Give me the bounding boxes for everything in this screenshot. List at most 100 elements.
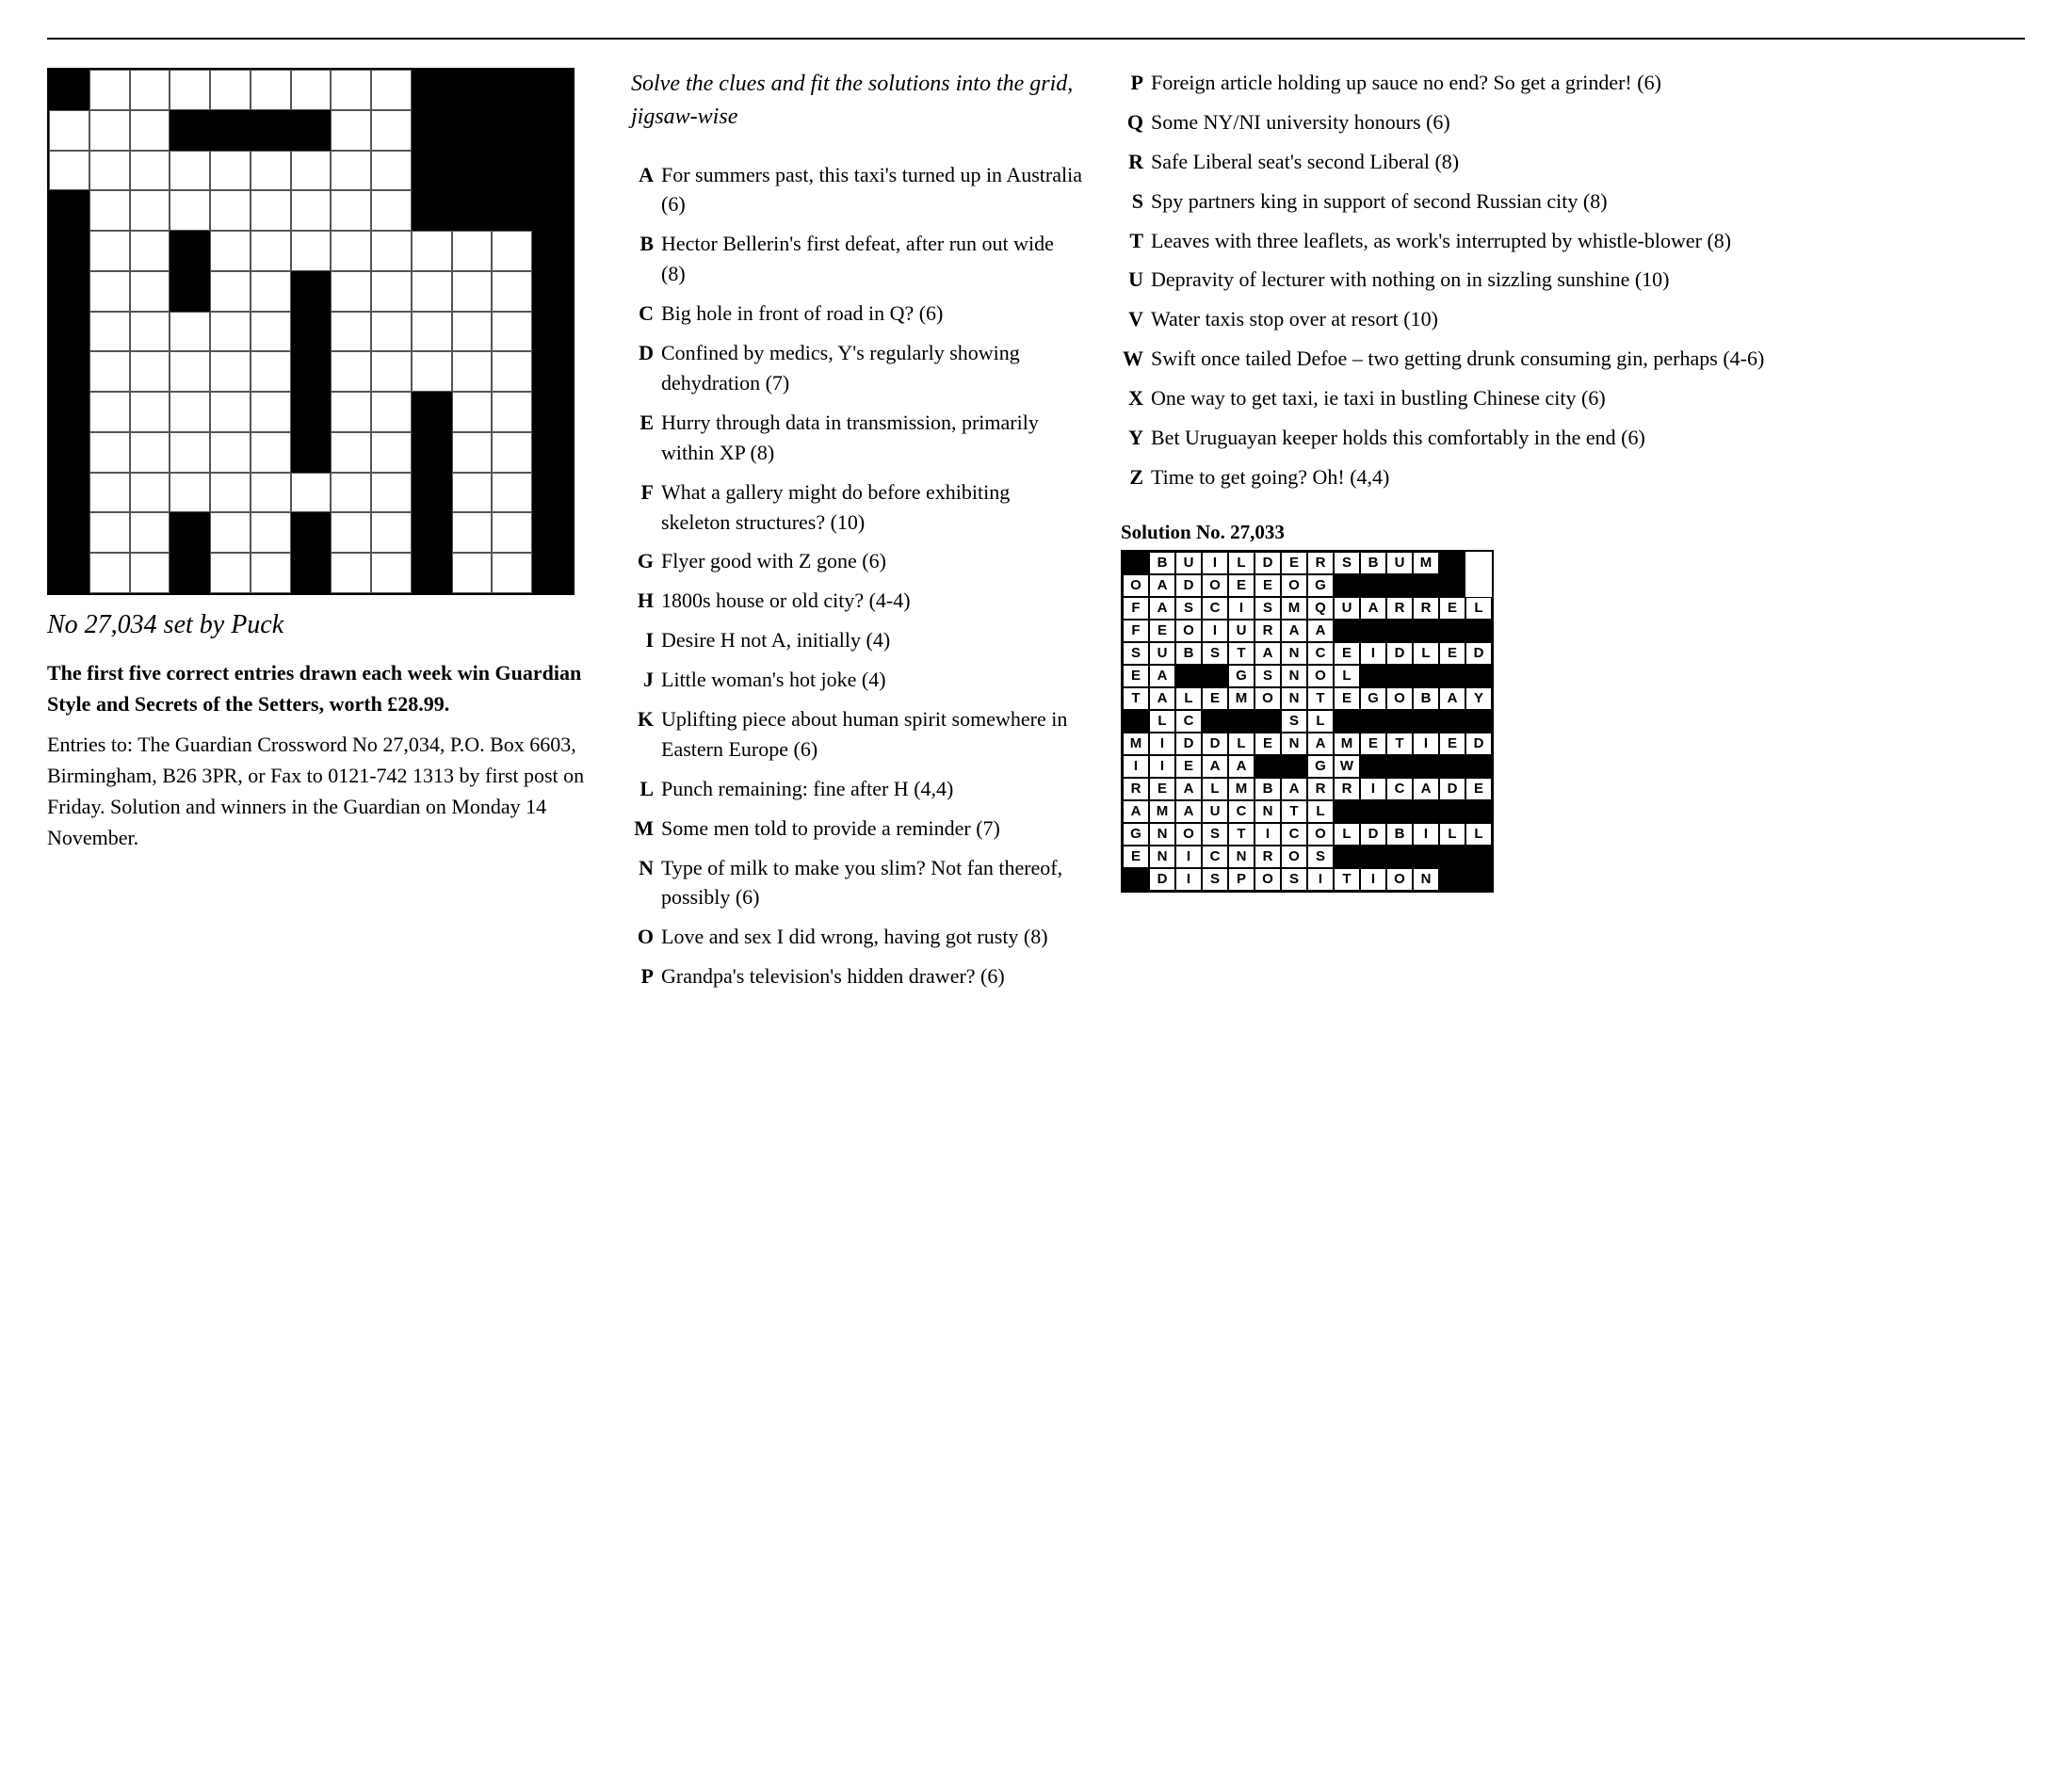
solution-cell: O bbox=[1307, 823, 1334, 846]
grid-cell bbox=[412, 512, 452, 553]
grid-cell bbox=[210, 512, 251, 553]
solution-cell bbox=[1413, 710, 1439, 733]
grid-cell bbox=[49, 351, 89, 392]
solution-cell: R bbox=[1123, 778, 1149, 800]
grid-cell bbox=[130, 512, 170, 553]
solution-cell: R bbox=[1413, 597, 1439, 620]
solution-cell: E bbox=[1149, 778, 1175, 800]
clue-letter: Q bbox=[1121, 107, 1143, 137]
clue-letter: H bbox=[631, 586, 654, 616]
solution-cell: O bbox=[1281, 574, 1307, 597]
solution-cell: C bbox=[1228, 800, 1255, 823]
clue-item: LPunch remaining: fine after H (4,4) bbox=[631, 774, 1083, 804]
solution-cell: S bbox=[1202, 868, 1228, 891]
prize-normal: Entries to: The Guardian Crossword No 27… bbox=[47, 729, 593, 853]
solution-cell: L bbox=[1413, 642, 1439, 665]
grid-cell bbox=[371, 110, 412, 151]
clue-letter: M bbox=[631, 814, 654, 844]
grid-cell bbox=[492, 190, 532, 231]
grid-cell bbox=[210, 351, 251, 392]
solution-cell: L bbox=[1202, 778, 1228, 800]
clue-text: Hurry through data in transmission, prim… bbox=[661, 408, 1083, 468]
clue-text: What a gallery might do before exhibitin… bbox=[661, 477, 1083, 538]
grid-cell bbox=[210, 392, 251, 432]
clue-letter: R bbox=[1121, 147, 1143, 177]
grid-cell bbox=[291, 432, 332, 473]
instruction-text: Solve the clues and fit the solutions in… bbox=[631, 68, 1083, 134]
solution-cell: U bbox=[1175, 552, 1202, 574]
grid-cell bbox=[89, 271, 130, 312]
solution-cell: O bbox=[1123, 574, 1149, 597]
solution-cell: T bbox=[1123, 687, 1149, 710]
grid-cell bbox=[210, 473, 251, 513]
grid-cell bbox=[251, 473, 291, 513]
solution-cell bbox=[1360, 846, 1386, 868]
grid-cell bbox=[331, 231, 371, 271]
clue-item: TLeaves with three leaflets, as work's i… bbox=[1121, 226, 2025, 256]
grid-cell bbox=[130, 231, 170, 271]
solution-cell bbox=[1439, 710, 1465, 733]
grid-cell bbox=[170, 190, 210, 231]
solution-cell: R bbox=[1307, 778, 1334, 800]
crossword-grid bbox=[47, 68, 575, 595]
solution-cell: S bbox=[1202, 823, 1228, 846]
grid-cell bbox=[49, 70, 89, 110]
solution-row: DISPOSITION bbox=[1123, 868, 1492, 891]
grid-cell bbox=[291, 151, 332, 191]
solution-cell: I bbox=[1175, 846, 1202, 868]
grid-cell bbox=[371, 271, 412, 312]
solution-cell: E bbox=[1360, 733, 1386, 755]
clue-item: CBig hole in front of road in Q? (6) bbox=[631, 298, 1083, 329]
solution-cell: A bbox=[1202, 755, 1228, 778]
solution-cell: M bbox=[1149, 800, 1175, 823]
grid-cell bbox=[89, 110, 130, 151]
solution-cell bbox=[1439, 552, 1465, 574]
clues-left-list: AFor summers past, this taxi's turned up… bbox=[631, 160, 1083, 991]
solution-cell: E bbox=[1228, 574, 1255, 597]
solution-cell: E bbox=[1281, 552, 1307, 574]
solution-cell: E bbox=[1334, 642, 1360, 665]
solution-cell bbox=[1413, 846, 1439, 868]
grid-cell bbox=[452, 271, 493, 312]
solution-cell bbox=[1386, 846, 1413, 868]
solution-cell bbox=[1360, 620, 1386, 642]
grid-cell bbox=[130, 432, 170, 473]
solution-cell: E bbox=[1175, 755, 1202, 778]
clue-letter: Z bbox=[1121, 462, 1143, 492]
solution-cell: T bbox=[1307, 687, 1334, 710]
solution-cell bbox=[1465, 868, 1492, 891]
grid-cell bbox=[89, 432, 130, 473]
grid-cell bbox=[412, 231, 452, 271]
prize-text: The first five correct entries drawn eac… bbox=[47, 657, 593, 853]
grid-cell bbox=[331, 512, 371, 553]
solution-cell: R bbox=[1255, 846, 1281, 868]
grid-cell bbox=[412, 151, 452, 191]
solution-cell: A bbox=[1307, 620, 1334, 642]
solution-cell: T bbox=[1281, 800, 1307, 823]
solution-cell bbox=[1465, 846, 1492, 868]
solution-cell bbox=[1386, 574, 1413, 597]
grid-cell bbox=[532, 392, 573, 432]
solution-cell: I bbox=[1175, 868, 1202, 891]
solution-cell: N bbox=[1413, 868, 1439, 891]
solution-cell: U bbox=[1149, 642, 1175, 665]
solution-cell: E bbox=[1123, 846, 1149, 868]
solution-cell bbox=[1360, 574, 1386, 597]
grid-cell bbox=[170, 392, 210, 432]
solution-cell: T bbox=[1334, 868, 1360, 891]
solution-cell bbox=[1334, 800, 1360, 823]
clue-text: Some NY/NI university honours (6) bbox=[1151, 107, 2025, 137]
solution-row: EAGSNOL bbox=[1123, 665, 1492, 687]
solution-cell: E bbox=[1123, 665, 1149, 687]
grid-cell bbox=[251, 190, 291, 231]
clues-right-list: PForeign article holding up sauce no end… bbox=[1121, 68, 2025, 492]
grid-cell bbox=[331, 312, 371, 352]
solution-cell: A bbox=[1281, 620, 1307, 642]
grid-container bbox=[47, 68, 593, 595]
solution-cell: I bbox=[1202, 552, 1228, 574]
clue-item: NType of milk to make you slim? Not fan … bbox=[631, 853, 1083, 913]
solution-cell: A bbox=[1149, 574, 1175, 597]
solution-cell: G bbox=[1307, 574, 1334, 597]
clue-letter: W bbox=[1121, 344, 1143, 374]
clue-item: PGrandpa's television's hidden drawer? (… bbox=[631, 961, 1083, 991]
